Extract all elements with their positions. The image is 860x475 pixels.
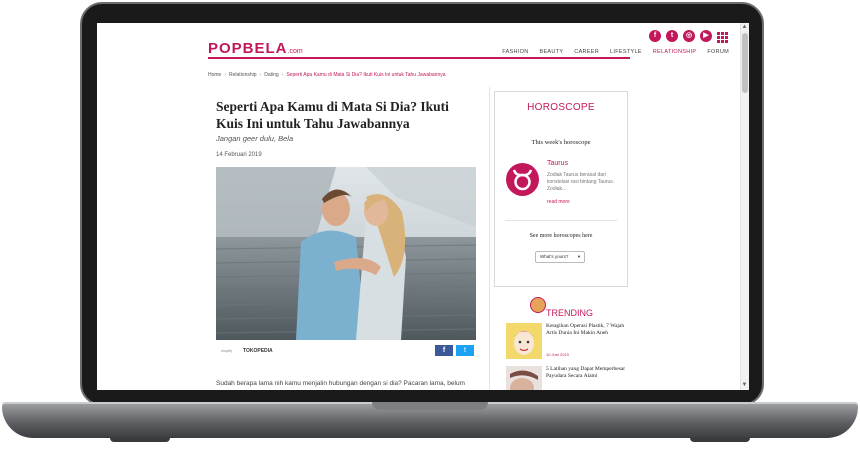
- photo-credit-label: shopify: [221, 349, 233, 353]
- zodiac-select[interactable]: What's yours? ▼: [535, 251, 585, 263]
- scroll-up-arrow-icon[interactable]: ▲: [741, 24, 748, 31]
- breadcrumb-dating[interactable]: Dating: [264, 72, 278, 78]
- nav-forum[interactable]: FORUM: [707, 49, 729, 55]
- laptop-mockup: f t ◎ ▶ POPBELA.com FASHION BEAUTY CAREE…: [0, 0, 860, 475]
- laptop-foot-left: [110, 438, 170, 442]
- breadcrumb-home[interactable]: Home: [208, 72, 221, 78]
- page-scrollbar[interactable]: ▲ ▼: [740, 23, 749, 390]
- column-divider: [489, 87, 490, 390]
- horoscope-sign-desc: Zodiak Taurus berasal dari konstelasi ra…: [547, 172, 615, 192]
- youtube-icon[interactable]: ▶: [700, 30, 712, 42]
- breadcrumb-separator: ›: [224, 72, 227, 78]
- nav-relationship[interactable]: RELATIONSHIP: [653, 49, 697, 55]
- horoscope-title: HOROSCOPE: [527, 102, 595, 113]
- nav-beauty[interactable]: BEAUTY: [539, 49, 563, 55]
- trending-badge-icon: [530, 297, 546, 313]
- trending-thumbnail[interactable]: [506, 323, 542, 359]
- header-divider: [208, 57, 630, 59]
- read-more-link[interactable]: read more: [547, 199, 570, 205]
- facebook-icon[interactable]: f: [649, 30, 661, 42]
- breadcrumb-separator: ›: [259, 72, 262, 78]
- trending-item-date: 10 Juni 2019: [546, 352, 569, 357]
- horoscope-more-label: See more horoscopes here: [529, 233, 593, 239]
- breadcrumb-separator: ›: [281, 72, 284, 78]
- horoscope-widget: HOROSCOPE This week's horoscope Taurus Z…: [494, 91, 628, 287]
- taurus-icon[interactable]: [506, 163, 539, 196]
- social-links: f t ◎ ▶: [649, 30, 729, 43]
- horoscope-week-label: This week's horoscope: [531, 139, 591, 146]
- trending-item-title[interactable]: 5 Latihan yang Dapat Memperbesar Payudar…: [546, 366, 628, 380]
- chevron-down-icon: ▼: [577, 254, 581, 259]
- scrollbar-thumb[interactable]: [742, 33, 748, 93]
- browser-viewport: f t ◎ ▶ POPBELA.com FASHION BEAUTY CAREE…: [97, 23, 749, 390]
- horoscope-divider: [505, 220, 617, 221]
- instagram-icon[interactable]: ◎: [683, 30, 695, 42]
- article-photo: [216, 167, 476, 340]
- article-title: Seperti Apa Kamu di Mata Si Dia? Ikuti K…: [216, 99, 449, 131]
- article-subtitle: Jangan geer dulu, Bela: [216, 134, 294, 143]
- share-facebook-button[interactable]: f: [435, 345, 453, 356]
- main-nav: FASHION BEAUTY CAREER LIFESTYLE RELATION…: [502, 49, 729, 55]
- breadcrumb-relationship[interactable]: Relationship: [229, 72, 257, 78]
- share-twitter-button[interactable]: t: [456, 345, 474, 356]
- trending-thumbnail[interactable]: [506, 366, 542, 390]
- article-date: 14 Februari 2019: [216, 152, 262, 158]
- apps-grid-icon[interactable]: [717, 30, 729, 43]
- breadcrumb: Home › Relationship › Dating › Seperti A…: [208, 72, 446, 78]
- laptop-foot-right: [690, 438, 750, 442]
- site-logo[interactable]: POPBELA.com: [208, 40, 303, 57]
- article-body: Sudah berapa lama nih kamu menjalin hubu…: [216, 380, 465, 387]
- twitter-icon[interactable]: t: [666, 30, 678, 42]
- nav-lifestyle[interactable]: LIFESTYLE: [610, 49, 642, 55]
- horoscope-sign-name[interactable]: Taurus: [547, 160, 568, 167]
- scroll-down-arrow-icon[interactable]: ▼: [741, 382, 748, 389]
- trending-title: TRENDING: [546, 308, 593, 318]
- photo-credit-source: TOKOPEDIA: [243, 348, 273, 354]
- trending-item-title[interactable]: Ketagihan Operasi Plastik, 7 Wajah Artis…: [546, 323, 628, 337]
- nav-career[interactable]: CAREER: [574, 49, 599, 55]
- breadcrumb-current: Seperti Apa Kamu di Mata Si Dia? Ikuti K…: [286, 72, 446, 78]
- nav-fashion[interactable]: FASHION: [502, 49, 528, 55]
- laptop-notch: [372, 402, 488, 410]
